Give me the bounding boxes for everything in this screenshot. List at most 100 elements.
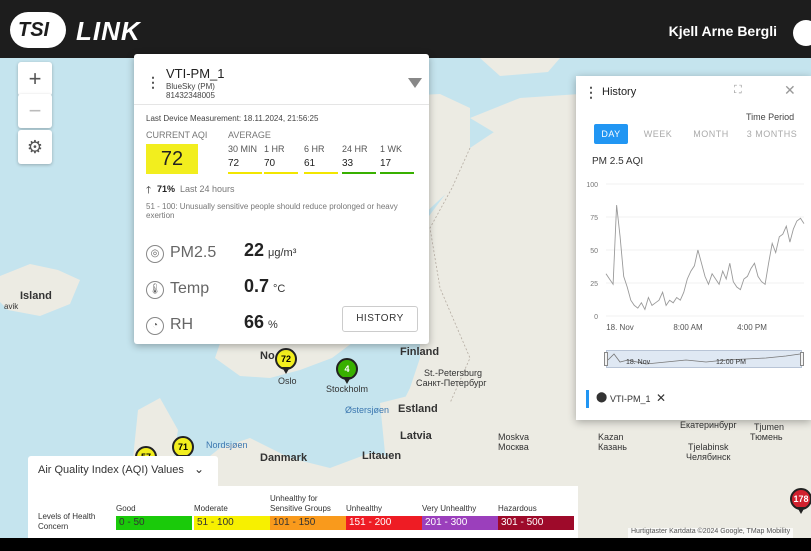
divider <box>134 104 429 105</box>
average-label-item: 30 MIN <box>228 144 258 154</box>
aqi-legend-header[interactable]: Air Quality Index (AQI) Values ⌄ <box>28 456 218 486</box>
y-tick-label: 100 <box>586 182 598 189</box>
levels-of-health-label: Levels of Health Concern <box>38 512 96 531</box>
chevron-down-icon[interactable]: ⌄ <box>194 462 204 476</box>
trend-arrow-icon: 🡑 <box>146 185 152 196</box>
chart-title: PM 2.5 AQI <box>592 156 644 167</box>
aqi-level-range: 0 - 50 <box>116 516 192 530</box>
top-bar: TSI LINK Kjell Arne Bergli <box>0 0 811 58</box>
map-label-tjumen-ru: Тюмень <box>750 432 783 442</box>
tab-week[interactable]: WEEK <box>638 124 678 144</box>
close-icon[interactable]: ✕ <box>784 82 796 99</box>
y-tick-label: 25 <box>590 281 598 288</box>
user-name[interactable]: Kjell Arne Bergli <box>669 23 777 39</box>
aqi-level-name: Unhealthy for Sensitive Groups <box>270 494 331 513</box>
current-aqi-value: 72 <box>146 144 198 174</box>
measurement-unit: °C <box>273 283 286 295</box>
map-attribution[interactable]: Hurtigtaster Kartdata ©2024 Google, TMap… <box>628 528 794 538</box>
series-line <box>605 205 805 311</box>
settings-gear-icon[interactable]: ⚙ <box>18 130 52 164</box>
remove-series-icon[interactable]: ✕ <box>656 391 666 405</box>
map-label-danmark: Danmark <box>260 452 308 464</box>
last-measurement: Last Device Measurement: 18.11.2024, 21:… <box>146 114 319 123</box>
average-column: 30 MIN 72 <box>228 144 262 174</box>
average-bar <box>342 172 376 174</box>
measurement-name: Temp <box>170 280 210 297</box>
aqi-level: Good 0 - 50 <box>116 486 192 538</box>
pm-icon: ◎ <box>146 245 164 263</box>
average-column: 6 HR 61 <box>304 144 338 174</box>
zoom-out-button[interactable]: − <box>18 94 52 128</box>
zoom-in-button[interactable]: + <box>18 62 52 96</box>
y-tick-label: 50 <box>590 248 598 255</box>
navigator-handle-left[interactable] <box>604 352 608 366</box>
navigator-label-mid: 12:00 PM <box>716 359 746 366</box>
expand-icon[interactable]: ⛶ <box>734 84 742 97</box>
device-menu-icon[interactable]: ⋮ <box>146 74 160 91</box>
average-value: 61 <box>304 158 316 169</box>
map-label-no: No <box>260 350 275 362</box>
series-legend-name: VTI-PM_1 <box>610 394 651 404</box>
tab-day[interactable]: DAY <box>594 124 628 144</box>
user-avatar[interactable] <box>793 20 811 46</box>
average-label-item: 1 WK <box>380 144 403 154</box>
device-serial: 81432348005 <box>166 91 215 100</box>
average-column: 1 WK 17 <box>380 144 414 174</box>
advisory-text: 51 - 100: Unusually sensitive people sho… <box>146 202 398 220</box>
average-bar <box>304 172 338 174</box>
history-title: History <box>602 86 637 98</box>
average-label-item: 24 HR <box>342 144 368 154</box>
measurement-name: RH <box>170 316 194 333</box>
x-tick-label: 4:00 PM <box>737 323 767 332</box>
map-label-tjelabinsk: Tjelabinsk <box>688 442 729 452</box>
trend-text: Last 24 hours <box>180 184 235 194</box>
history-button[interactable]: HISTORY <box>342 306 418 332</box>
device-popup: ⋮ VTI-PM_1 BlueSky (PM) 81432348005 Last… <box>134 54 429 344</box>
measurement-number: 0.7 <box>244 276 270 296</box>
map-pin-nordsjoen[interactable]: 71 <box>172 436 194 462</box>
map-label-kazan-ru: Казань <box>598 442 627 452</box>
logo-tsi: TSI <box>18 19 50 41</box>
measurement-value: 66% <box>244 312 278 333</box>
average-column: 24 HR 33 <box>342 144 376 174</box>
bottom-strip <box>0 538 811 551</box>
map-label-ostersjoen: Østersjøen <box>345 405 390 415</box>
aqi-level-range: 201 - 300 <box>422 516 498 530</box>
tab-3-months[interactable]: 3 MONTHS <box>742 124 802 144</box>
average-value: 72 <box>228 158 240 169</box>
measurement-name: PM2.5 <box>170 244 217 261</box>
aqi-level-name: Hazardous <box>498 504 537 513</box>
average-label-item: 1 HR <box>264 144 285 154</box>
map-label-latvia: Latvia <box>400 430 432 442</box>
thermometer-icon: 🌡 <box>146 281 164 299</box>
map-label-stockholm: Stockholm <box>326 384 369 394</box>
series-pin-icon: ⬤ <box>596 392 608 403</box>
map-pin-east[interactable]: 178 <box>790 488 811 514</box>
map-pin-stockholm[interactable]: 4 <box>336 358 358 384</box>
history-menu-icon[interactable]: ⋮ <box>584 84 598 101</box>
average-bar <box>228 172 262 174</box>
average-value: 17 <box>380 158 392 169</box>
map-pin-oslo[interactable]: 72 <box>275 348 297 374</box>
device-name: VTI-PM_1 <box>166 66 225 81</box>
aqi-level-name: Good <box>116 504 136 513</box>
measurement-number: 66 <box>244 312 265 332</box>
map-label-jekaterinburg-ru: Екатеринбург <box>680 420 737 430</box>
average-bar <box>380 172 414 174</box>
x-tick-label: 8:00 AM <box>673 323 703 332</box>
measurement-value: 22 μg/m³ <box>244 240 296 261</box>
measurement-unit: μg/m³ <box>268 247 297 259</box>
navigator-handle-right[interactable] <box>800 352 804 366</box>
aqi-level-name: Very Unhealthy <box>422 504 477 513</box>
aqi-level: Moderate 51 - 100 <box>194 486 270 538</box>
history-panel: ⋮ History ⛶ ✕ Time Period DAY WEEK MONTH 3 … <box>576 76 811 420</box>
tab-month[interactable]: MONTH <box>686 124 736 144</box>
measurement-number: 22 <box>244 240 265 260</box>
average-value: 33 <box>342 158 354 169</box>
average-bar <box>264 172 298 174</box>
aqi-legend-title: Air Quality Index (AQI) Values <box>38 464 184 476</box>
map-label-finland: Finland <box>400 346 440 358</box>
current-aqi-label: CURRENT AQI <box>146 130 208 140</box>
wifi-icon <box>408 78 422 88</box>
map-label-kazan: Kazan <box>598 432 624 442</box>
